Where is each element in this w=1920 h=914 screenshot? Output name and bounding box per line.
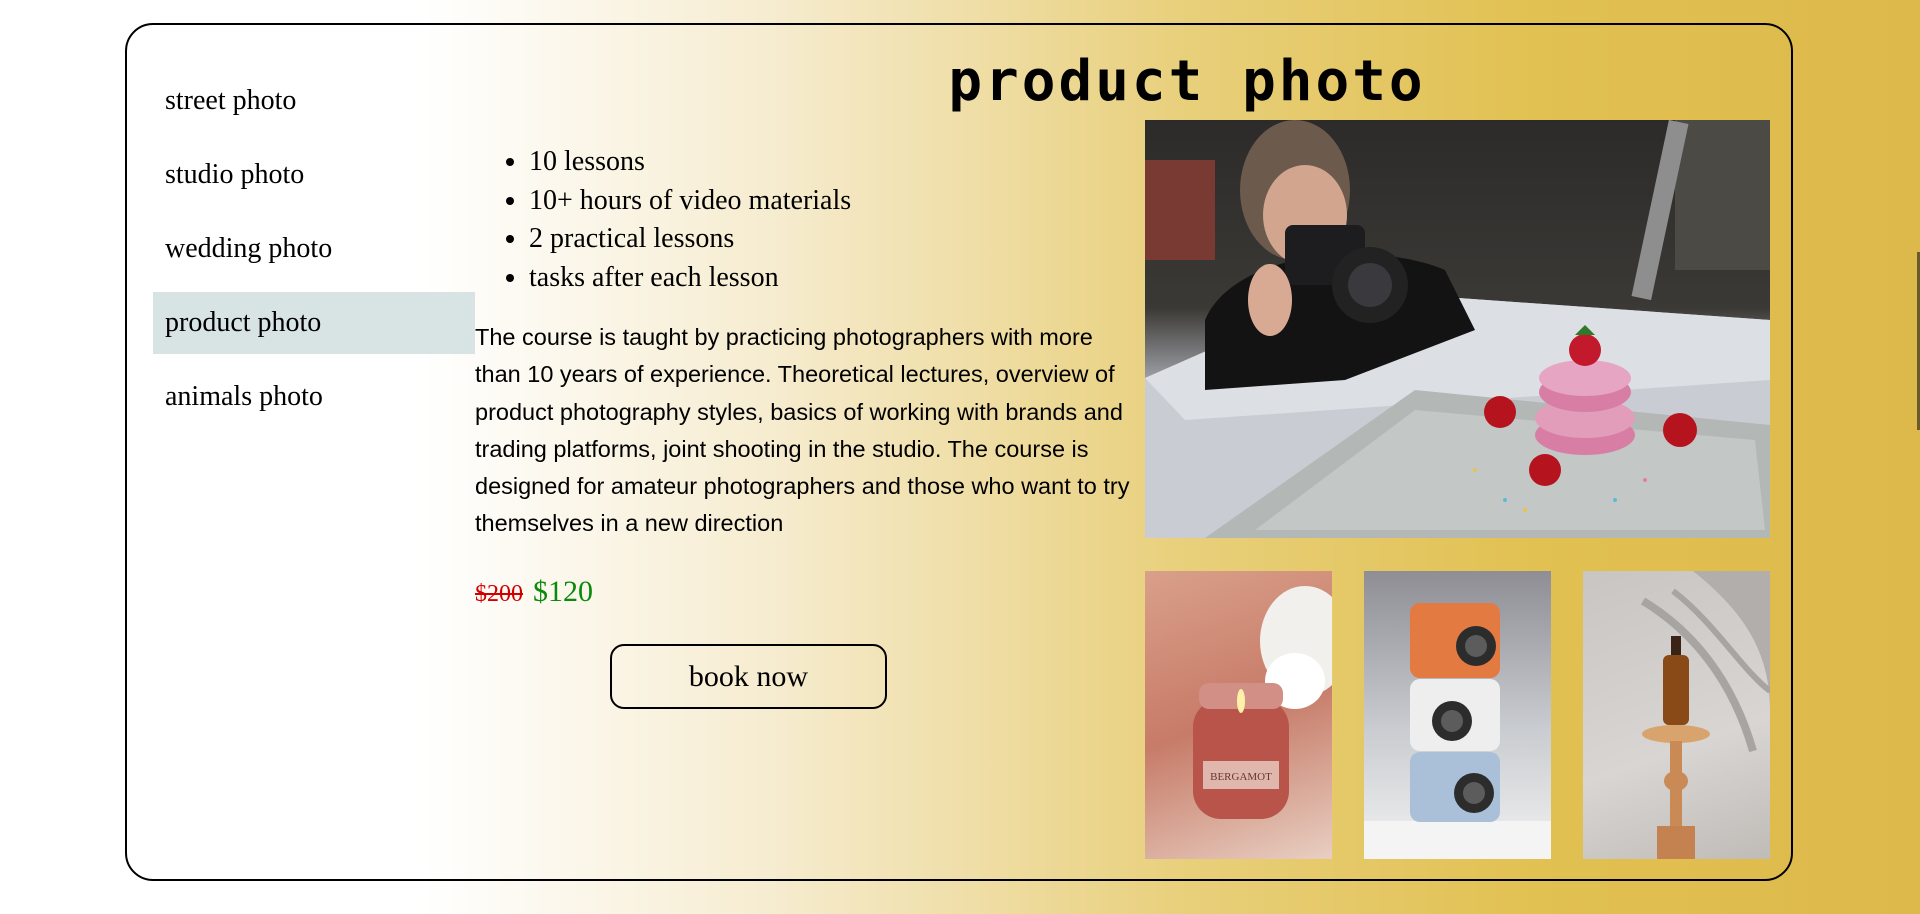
sidebar-item-product-photo[interactable]: product photo xyxy=(153,292,475,354)
feature-list: 10 lessons 10+ hours of video materials … xyxy=(492,143,851,297)
course-sidebar: street photo studio photo wedding photo … xyxy=(153,70,475,440)
sidebar-item-street-photo[interactable]: street photo xyxy=(153,70,475,132)
feature-item: tasks after each lesson xyxy=(529,259,851,298)
sidebar-item-animals-photo[interactable]: animals photo xyxy=(153,366,475,428)
dropper-bottle-photo xyxy=(1583,571,1770,859)
sidebar-item-wedding-photo[interactable]: wedding photo xyxy=(153,218,475,280)
book-now-button[interactable]: book now xyxy=(610,644,887,709)
svg-text:BERGAMOT: BERGAMOT xyxy=(1210,771,1272,783)
feature-item: 10+ hours of video materials xyxy=(529,182,851,221)
candle-jar-photo: BERGAMOT xyxy=(1145,571,1332,859)
price: $200 $120 xyxy=(475,575,593,609)
instant-cameras-photo xyxy=(1364,571,1551,859)
old-price: $200 xyxy=(475,581,523,607)
feature-item: 2 practical lessons xyxy=(529,220,851,259)
photographer-shooting-donut-photo xyxy=(1145,120,1770,538)
course-card: street photo studio photo wedding photo … xyxy=(125,23,1793,881)
page-title: product photo xyxy=(948,49,1426,114)
sidebar-item-studio-photo[interactable]: studio photo xyxy=(153,144,475,206)
new-price: $120 xyxy=(533,575,593,608)
feature-item: 10 lessons xyxy=(529,143,851,182)
course-description: The course is taught by practicing photo… xyxy=(475,324,1130,537)
